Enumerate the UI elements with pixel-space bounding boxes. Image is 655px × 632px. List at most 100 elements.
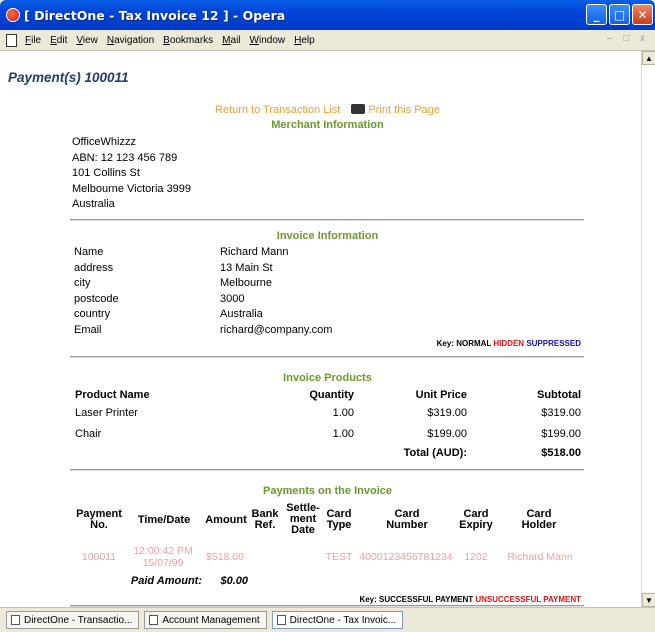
field-value: Richard Mann <box>220 246 289 258</box>
paid-amount-value: $0.00 <box>220 575 248 587</box>
page-content: Payment(s) 100011 Return to Transaction … <box>0 51 641 607</box>
payment-no[interactable]: 100011 <box>75 552 123 563</box>
top-links: Return to Transaction List Print this Pa… <box>0 104 641 116</box>
page-icon <box>11 615 20 625</box>
col-time-date: Time/Date <box>137 514 191 526</box>
tab-account-management[interactable]: Account Management <box>144 611 267 629</box>
page-icon <box>276 615 286 625</box>
page-icon <box>149 615 159 625</box>
key-suppressed: SUPPRESSED <box>526 339 581 348</box>
col-payment-no-label: Payment No. <box>76 508 122 531</box>
product-name: Chair <box>75 428 102 440</box>
document-icon <box>6 33 17 47</box>
mdi-controls[interactable]: – □ x <box>607 33 649 44</box>
product-qty: 1.00 <box>332 407 354 419</box>
col-amount: Amount <box>205 514 247 526</box>
col-card-number: Card Number <box>386 508 428 531</box>
tab-tax-invoice[interactable]: DirectOne - Tax Invoic... <box>271 611 404 629</box>
payment-card-type: TEST <box>325 551 353 563</box>
window-controls: _ □ ✕ <box>586 4 653 25</box>
scroll-thumb[interactable] <box>642 65 655 592</box>
field-label: Email <box>74 323 102 336</box>
payment-card-expiry: 1202 <box>464 551 488 563</box>
field-label: address <box>74 261 114 274</box>
payment-card-number: 4000123456781234 <box>359 551 453 563</box>
col-card-expiry: Card Expiry <box>459 508 493 531</box>
product-subtotal: $199.00 <box>541 428 581 440</box>
window-title: [ DirectOne - Tax Invoice 12 ] - Opera <box>24 7 286 23</box>
menu-navigation[interactable]: Navigation <box>107 35 154 46</box>
merchant-line: OfficeWhizzz <box>72 136 136 148</box>
paid-amount-label: Paid Amount: <box>130 575 202 587</box>
merchant-info: OfficeWhizzz ABN: 12 123 456 789 101 Col… <box>72 135 191 213</box>
product-qty: 1.00 <box>332 428 354 440</box>
col-card-type: Card Type <box>326 508 352 531</box>
key-successful: SUCCESSFUL PAYMENT <box>379 595 474 604</box>
tab-label: DirectOne - Tax Invoic... <box>289 614 397 626</box>
payment-amount: $518.00 <box>206 551 244 563</box>
col-quantity: Quantity <box>309 389 354 401</box>
tab-label: Account Management <box>162 614 260 626</box>
scroll-up-icon[interactable]: ▲ <box>642 51 655 65</box>
menu-help[interactable]: Help <box>294 35 315 46</box>
menu-edit[interactable]: Edit <box>50 35 67 46</box>
invoice-heading: Invoice Information <box>276 230 379 242</box>
minimize-button[interactable]: _ <box>586 4 607 25</box>
total-value: $518.00 <box>541 447 581 459</box>
col-payment-no: Payment No. <box>72 509 126 531</box>
merchant-line: ABN: 12 123 456 789 <box>72 151 178 164</box>
field-value: Melbourne <box>220 277 272 289</box>
col-subtotal: Subtotal <box>537 389 581 401</box>
merchant-heading: Merchant Information <box>271 119 384 131</box>
field-value: 13 Main St <box>220 261 273 274</box>
key-unsuccessful: UNSUCCESSFUL PAYMENT <box>475 595 581 604</box>
field-label: Name <box>74 246 104 258</box>
return-link[interactable]: Return to Transaction List <box>215 104 340 116</box>
payment-key: Key: SUCCESSFUL PAYMENT UNSUCCESSFUL PAY… <box>359 595 581 604</box>
product-name: Laser Printer <box>75 407 138 419</box>
merchant-line: Australia <box>72 198 115 210</box>
menu-file[interactable]: File <box>25 35 41 46</box>
merchant-line: Melbourne Victoria 3999 <box>72 182 192 195</box>
field-label: postcode <box>74 292 119 305</box>
field-value: richard@company.com <box>220 323 333 336</box>
product-unit-price: $199.00 <box>427 428 467 440</box>
tab-label: DirectOne - Transactio... <box>24 614 133 626</box>
page-title: Payment(s) 100011 <box>8 70 129 85</box>
invoice-key: Key: NORMAL HIDDEN SUPPRESSED <box>437 339 581 348</box>
tab-transactions[interactable]: DirectOne - Transactio... <box>6 611 140 629</box>
product-unit-price: $319.00 <box>427 407 467 419</box>
vertical-scrollbar[interactable]: ▲ ▼ <box>641 51 655 607</box>
maximize-button[interactable]: □ <box>609 4 630 25</box>
col-settlement-date: Settle-ment Date <box>286 502 320 536</box>
merchant-line: 101 Collins St <box>72 167 140 179</box>
divider <box>70 219 584 221</box>
menu-window[interactable]: Window <box>250 35 286 46</box>
col-bank-ref: Bank Ref. <box>251 508 279 531</box>
product-subtotal: $319.00 <box>541 407 581 419</box>
total-label: Total (AUD): <box>403 447 467 459</box>
col-card-holder: Card Holder <box>521 508 557 531</box>
menu-mail[interactable]: Mail <box>222 35 240 46</box>
col-product-name: Product Name <box>75 389 150 401</box>
key-hidden: HIDDEN <box>493 339 525 348</box>
key-label: Key: <box>436 339 454 348</box>
title-bar: [ DirectOne - Tax Invoice 12 ] - Opera _… <box>0 0 655 30</box>
col-unit-price: Unit Price <box>415 389 467 401</box>
page-tabs: DirectOne - Transactio... Account Manage… <box>0 607 655 632</box>
menu-bookmarks[interactable]: Bookmarks <box>163 35 213 46</box>
key-label: Key: <box>359 595 377 604</box>
payment-card-holder: Richard Mann <box>507 551 573 563</box>
divider <box>70 356 584 358</box>
payment-date: 15/07/99 <box>142 557 184 569</box>
payment-time: 12:00:42 PM <box>133 545 193 557</box>
payments-heading: Payments on the Invoice <box>263 485 392 497</box>
field-label: country <box>74 308 111 320</box>
opera-icon <box>6 8 20 22</box>
scroll-down-icon[interactable]: ▼ <box>642 593 655 607</box>
printer-icon[interactable] <box>351 104 366 114</box>
menu-view[interactable]: View <box>76 35 98 46</box>
close-button[interactable]: ✕ <box>632 4 653 25</box>
print-link[interactable]: Print this Page <box>368 104 440 116</box>
field-value: 3000 <box>220 292 245 305</box>
